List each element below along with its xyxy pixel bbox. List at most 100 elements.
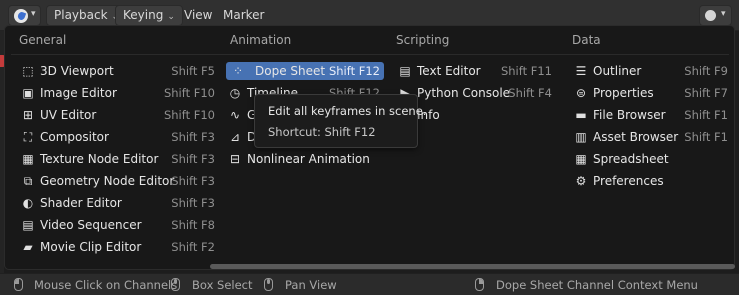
dope-sheet-icon: ⁘: [232, 64, 244, 78]
status-left-click: Mouse Click on Channels: [34, 278, 178, 292]
menu-item-texture-node-editor[interactable]: ▦ Texture Node Editor Shift F3: [19, 150, 219, 168]
menu-item-shortcut: Shift F12: [328, 64, 380, 78]
menu-item-asset-browser[interactable]: ▥ Asset Browser Shift F1: [572, 128, 732, 146]
menu-item-label: Texture Node Editor: [40, 152, 159, 166]
column-title-general: General: [19, 33, 67, 47]
menu-item-shader-editor[interactable]: ◐ Shader Editor Shift F3: [19, 194, 219, 212]
menu-item-label: Nonlinear Animation: [247, 152, 370, 166]
image-icon: ▣: [22, 86, 34, 100]
menu-item-compositor[interactable]: ⛶ Compositor Shift F3: [19, 128, 219, 146]
menu-item-label: Text Editor: [417, 64, 481, 78]
proportional-editing-toggle[interactable]: ▾: [699, 5, 732, 26]
menu-marker[interactable]: Marker: [216, 5, 271, 26]
column-title-data: Data: [572, 33, 601, 47]
sequencer-icon: ▤: [22, 218, 34, 232]
column-title-animation: Animation: [230, 33, 292, 47]
menu-item-file-browser[interactable]: ▬ File Browser Shift F1: [572, 106, 732, 124]
checker-texture-icon: ▦: [22, 152, 34, 166]
menu-item-label: Python Console: [417, 86, 511, 100]
outliner-icon: ☰: [575, 64, 587, 78]
menu-item-label: Image Editor: [40, 86, 117, 100]
menu-keying[interactable]: Keying ⌄: [115, 5, 183, 26]
menu-item-shortcut: Shift F3: [171, 152, 215, 166]
menu-item-3d-viewport[interactable]: ⬚ 3D Viewport Shift F5: [19, 62, 219, 80]
menu-item-python-console[interactable]: ▶ Python Console Shift F4: [396, 84, 556, 102]
asset-library-icon: ▥: [575, 130, 587, 144]
menu-item-outliner[interactable]: ☰ Outliner Shift F9: [572, 62, 732, 80]
divider: [11, 54, 729, 55]
menu-item-uv-editor[interactable]: ⊞ UV Editor Shift F10: [19, 106, 219, 124]
menu-item-shortcut: Shift F1: [684, 130, 728, 144]
shader-sphere-icon: ◐: [22, 196, 34, 210]
menu-item-label: Shader Editor: [40, 196, 122, 210]
menu-item-nonlinear-animation[interactable]: ⊟ Nonlinear Animation: [226, 150, 384, 168]
menu-item-geometry-node-editor[interactable]: ⧉ Geometry Node Editor Shift F3: [19, 172, 219, 190]
menu-item-label: File Browser: [593, 108, 666, 122]
clapperboard-icon: ▰: [23, 240, 33, 254]
menu-item-label: Preferences: [593, 174, 664, 188]
spreadsheet-icon: ▦: [575, 152, 587, 166]
chevron-down-icon: ▾: [31, 9, 36, 19]
chevron-down-icon: ⌄: [167, 12, 175, 22]
menu-playback-label: Playback: [54, 8, 108, 22]
menu-item-shortcut: Shift F10: [163, 86, 215, 100]
chevron-down-icon: ▾: [721, 9, 726, 19]
menu-item-label: Dope Sheet: [255, 64, 326, 78]
menu-item-label: Video Sequencer: [40, 218, 142, 232]
menu-item-shortcut: Shift F8: [171, 218, 215, 232]
timeline-icon: ◷: [229, 86, 241, 100]
node-tree-icon: ⛶: [23, 130, 33, 144]
menu-item-shortcut: Shift F1: [684, 108, 728, 122]
menu-item-preferences[interactable]: ⚙ Preferences: [572, 172, 732, 190]
mouse-pan-icon: [264, 278, 273, 291]
menu-item-shortcut: Shift F11: [500, 64, 552, 78]
menu-item-label: Geometry Node Editor: [40, 174, 175, 188]
menu-item-movie-clip-editor[interactable]: ▰ Movie Clip Editor Shift F2: [19, 238, 219, 256]
gear-icon: ⚙: [575, 174, 587, 188]
tooltip-shortcut: Shortcut: Shift F12: [268, 125, 376, 139]
dope-sheet-editor-icon: [14, 9, 28, 23]
properties-icon: ⊜: [575, 86, 587, 100]
menu-item-image-editor[interactable]: ▣ Image Editor Shift F10: [19, 84, 219, 102]
geometry-nodes-icon: ⧉: [23, 174, 33, 188]
menu-item-properties[interactable]: ⊜ Properties Shift F7: [572, 84, 732, 102]
tooltip-description: Edit all keyframes in scene.: [268, 104, 427, 118]
horizontal-scrollbar[interactable]: [210, 264, 735, 269]
menu-item-label: Compositor: [40, 130, 109, 144]
menu-item-label: Asset Browser: [593, 130, 679, 144]
menu-item-label: Spreadsheet: [593, 152, 669, 166]
status-middle-click: Box Select: [192, 278, 253, 292]
status-pan: Pan View: [285, 278, 337, 292]
menu-item-dope-sheet[interactable]: ⁘ Dope Sheet Shift F12: [226, 62, 384, 80]
tooltip: Edit all keyframes in scene. Shortcut: S…: [254, 94, 426, 148]
menu-keying-label: Keying: [123, 8, 164, 22]
graph-curve-icon: ∿: [229, 108, 241, 122]
circle-icon: [705, 10, 716, 21]
cube-icon: ⬚: [22, 64, 34, 78]
folder-icon: ▬: [575, 108, 587, 122]
mouse-left-icon: [14, 278, 23, 291]
status-right-click: Dope Sheet Channel Context Menu: [496, 278, 698, 292]
menu-item-label: Properties: [593, 86, 654, 100]
menu-view[interactable]: View: [177, 5, 219, 26]
menu-item-video-sequencer[interactable]: ▤ Video Sequencer Shift F8: [19, 216, 219, 234]
uv-icon: ⊞: [22, 108, 34, 122]
driver-icon: ⊿: [229, 130, 241, 144]
menu-item-shortcut: Shift F4: [508, 86, 552, 100]
status-bar: Mouse Click on Channels Box Select Pan V…: [0, 273, 739, 295]
menu-item-text-editor[interactable]: ▤ Text Editor Shift F11: [396, 62, 556, 80]
menu-item-shortcut: Shift F7: [684, 86, 728, 100]
menu-item-shortcut: Shift F3: [171, 174, 215, 188]
column-title-scripting: Scripting: [396, 33, 450, 47]
mouse-middle-icon: [171, 278, 180, 291]
menu-item-shortcut: Shift F5: [171, 64, 215, 78]
nla-icon: ⊟: [229, 152, 241, 166]
mouse-right-icon: [475, 278, 484, 291]
menu-item-label: 3D Viewport: [40, 64, 114, 78]
menu-item-spreadsheet[interactable]: ▦ Spreadsheet: [572, 150, 732, 168]
menu-item-shortcut: Shift F9: [684, 64, 728, 78]
menu-item-shortcut: Shift F3: [171, 130, 215, 144]
menu-item-label: UV Editor: [40, 108, 97, 122]
editor-type-selector[interactable]: ▾: [8, 5, 41, 26]
menu-item-shortcut: Shift F2: [171, 240, 215, 254]
